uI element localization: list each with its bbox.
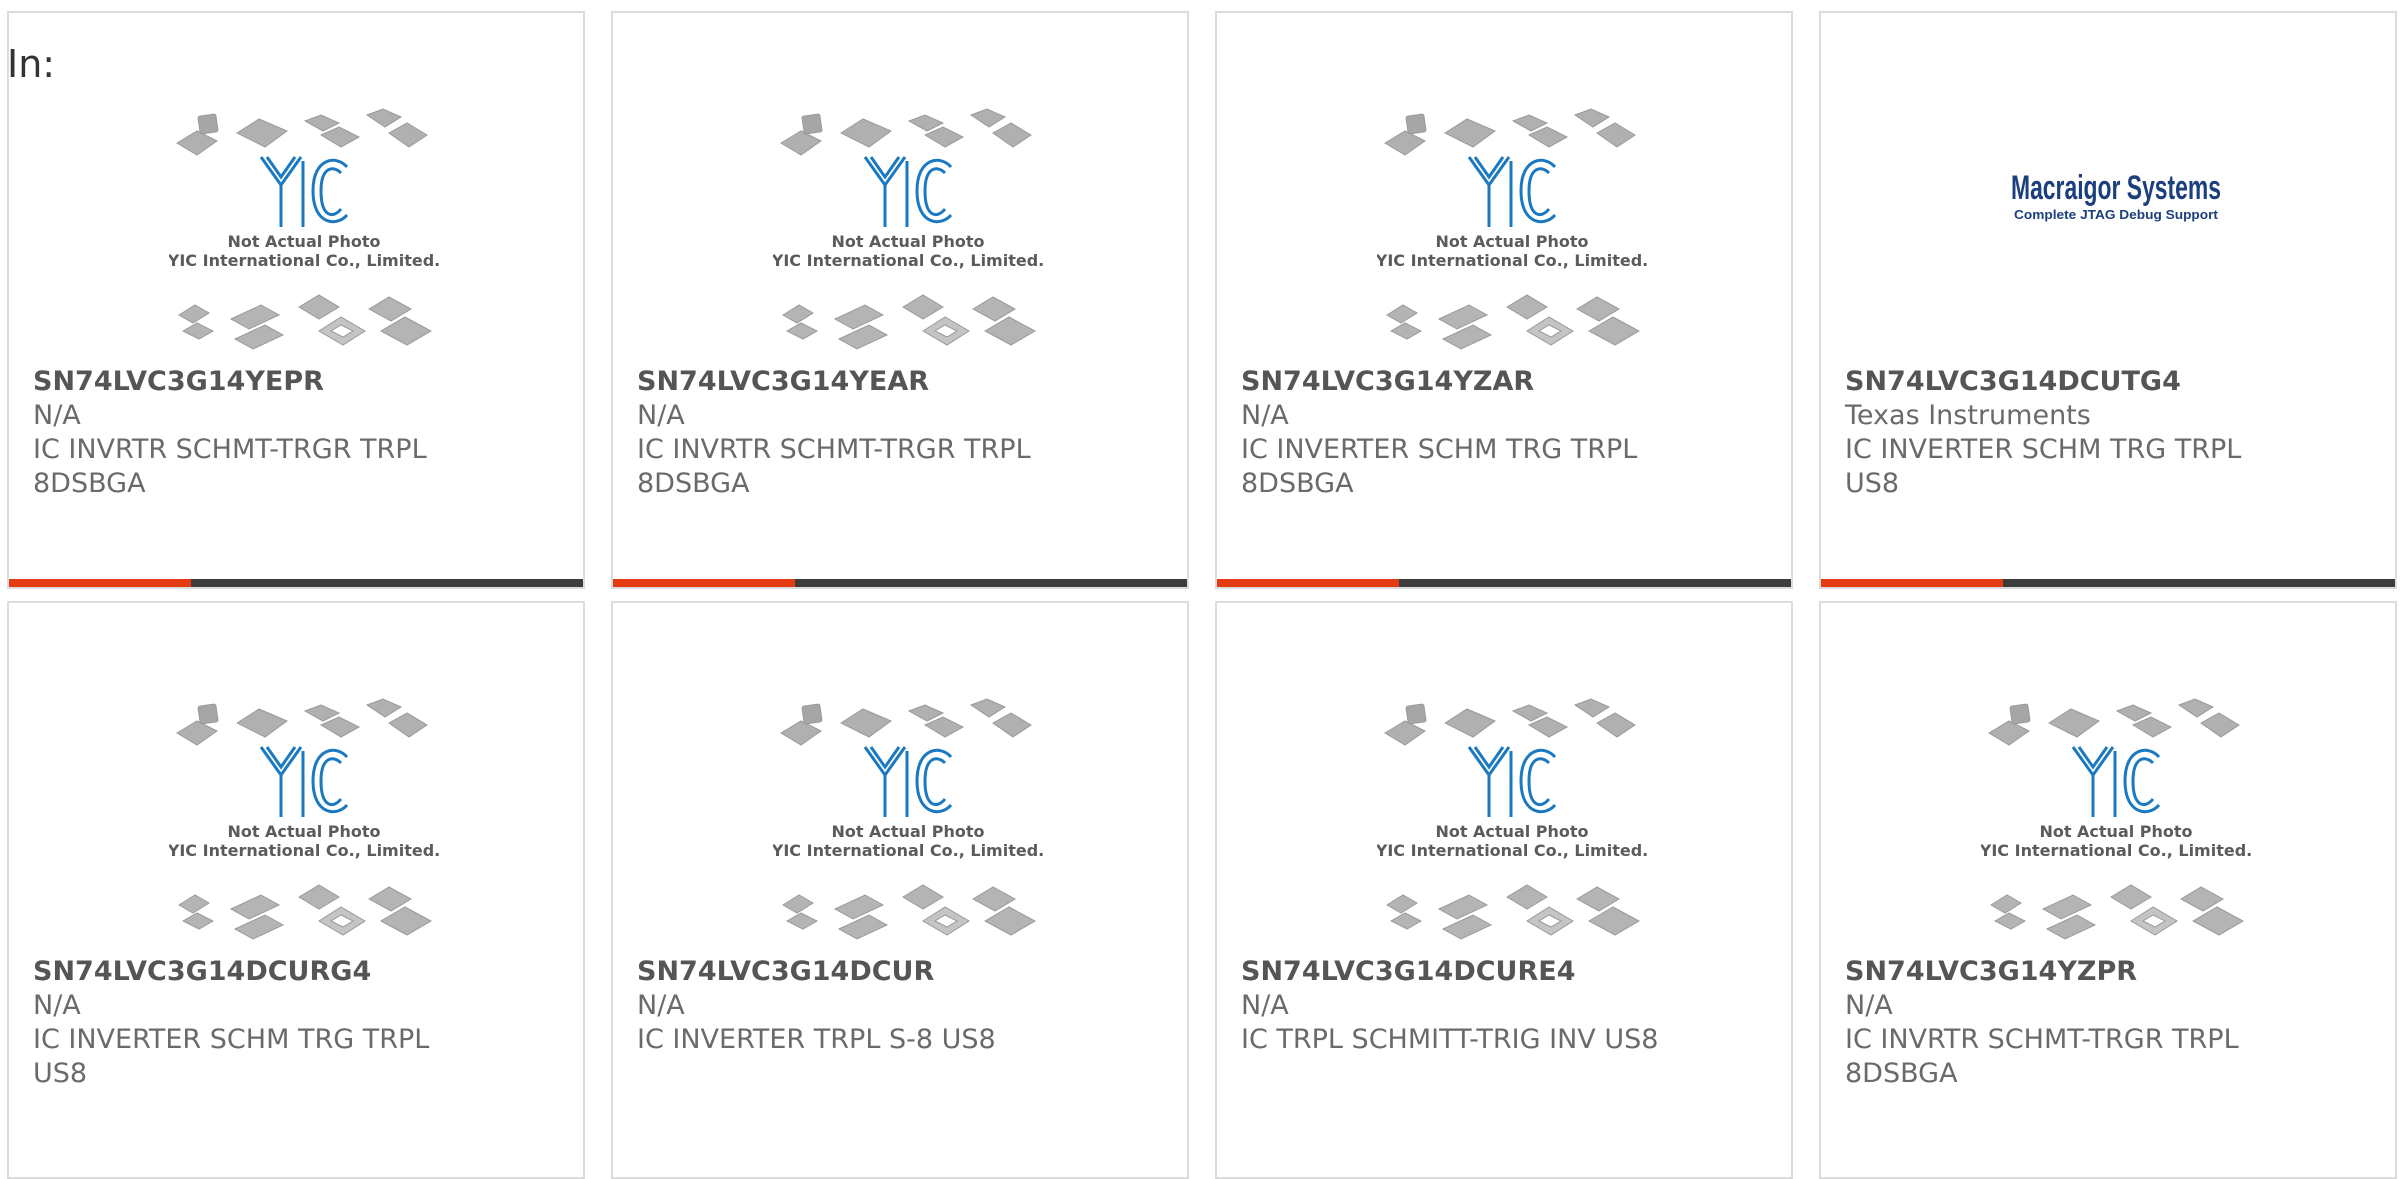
svg-text:Not Actual Photo: Not Actual Photo — [1435, 232, 1588, 251]
svg-text:Complete JTAG Debug Support: Complete JTAG Debug Support — [2014, 207, 2219, 222]
description: IC TRPL SCHMITT-TRIG INV US8 — [1241, 1024, 1659, 1055]
macraigor-logo-image: Macraigor Systems Complete JTAG Debug Su… — [2011, 169, 2221, 222]
yic-placeholder-image: Not Actual Photo YIC International Co., … — [1377, 698, 1647, 940]
yic-placeholder-image: Not Actual Photo YIC International Co., … — [169, 698, 439, 940]
svg-text:Not Actual Photo: Not Actual Photo — [831, 232, 984, 251]
svg-text:YIC International Co., Limited: YIC International Co., Limited. — [169, 251, 439, 270]
svg-text:Macraigor Systems: Macraigor Systems — [2011, 169, 2221, 207]
part-number-link[interactable]: SN74LVC3G14YEAR — [637, 365, 1175, 399]
part-number-link[interactable]: SN74LVC3G14DCURE4 — [1241, 955, 1779, 989]
product-card[interactable]: Not Actual Photo YIC International Co., … — [611, 11, 1189, 589]
card-bar — [1217, 579, 1791, 587]
svg-text:Not Actual Photo: Not Actual Photo — [1435, 822, 1588, 841]
manufacturer: N/A — [1241, 990, 1289, 1021]
svg-text:YIC International Co., Limited: YIC International Co., Limited. — [773, 251, 1043, 270]
description: IC INVERTER SCHM TRG TRPL US8 — [33, 1024, 430, 1089]
manufacturer: N/A — [33, 990, 81, 1021]
description: IC INVRTR SCHMT-TRGR TRPL 8DSBGA — [1845, 1024, 2239, 1089]
manufacturer: N/A — [1845, 990, 1893, 1021]
yic-placeholder-image: Not Actual Photo YIC International Co., … — [773, 108, 1043, 350]
product-card[interactable]: Not Actual Photo YIC International Co., … — [1819, 601, 2397, 1179]
svg-text:Not Actual Photo: Not Actual Photo — [831, 822, 984, 841]
yic-placeholder-image: Not Actual Photo YIC International Co., … — [169, 108, 439, 350]
svg-text:YIC International Co., Limited: YIC International Co., Limited. — [1981, 841, 2251, 860]
description: IC INVRTR SCHMT-TRGR TRPL 8DSBGA — [637, 434, 1031, 499]
product-card[interactable]: Not Actual Photo YIC International Co., … — [7, 11, 585, 589]
product-card[interactable]: Not Actual Photo YIC International Co., … — [611, 601, 1189, 1179]
manufacturer: N/A — [33, 400, 81, 431]
product-card[interactable]: Macraigor Systems Complete JTAG Debug Su… — [1819, 11, 2397, 589]
description: IC INVERTER SCHM TRG TRPL US8 — [1845, 434, 2242, 499]
part-number-link[interactable]: SN74LVC3G14DCURG4 — [33, 955, 571, 989]
yic-placeholder-image: Not Actual Photo YIC International Co., … — [773, 698, 1043, 940]
card-bar — [9, 579, 583, 587]
product-card[interactable]: Not Actual Photo YIC International Co., … — [1215, 11, 1793, 589]
manufacturer: N/A — [637, 400, 685, 431]
svg-text:YIC International Co., Limited: YIC International Co., Limited. — [1377, 251, 1647, 270]
part-number-link[interactable]: SN74LVC3G14YEPR — [33, 365, 571, 399]
description: IC INVRTR SCHMT-TRGR TRPL 8DSBGA — [33, 434, 427, 499]
svg-text:YIC International Co., Limited: YIC International Co., Limited. — [1377, 841, 1647, 860]
part-number-link[interactable]: SN74LVC3G14YZPR — [1845, 955, 2383, 989]
product-card[interactable]: Not Actual Photo YIC International Co., … — [1215, 601, 1793, 1179]
part-number-link[interactable]: SN74LVC3G14DCUR — [637, 955, 1175, 989]
svg-text:YIC International Co., Limited: YIC International Co., Limited. — [169, 841, 439, 860]
manufacturer: N/A — [1241, 400, 1289, 431]
yic-placeholder-image: Not Actual Photo YIC International Co., … — [1377, 108, 1647, 350]
svg-text:Not Actual Photo: Not Actual Photo — [227, 822, 380, 841]
yic-placeholder-image: Not Actual Photo YIC International Co., … — [1981, 698, 2251, 940]
card-bar — [1821, 579, 2395, 587]
card-bar — [613, 579, 1187, 587]
svg-text:Not Actual Photo: Not Actual Photo — [2039, 822, 2192, 841]
part-number-link[interactable]: SN74LVC3G14DCUTG4 — [1845, 365, 2383, 399]
description: IC INVERTER SCHM TRG TRPL 8DSBGA — [1241, 434, 1638, 499]
part-number-link[interactable]: SN74LVC3G14YZAR — [1241, 365, 1779, 399]
manufacturer: Texas Instruments — [1845, 400, 2091, 431]
manufacturer: N/A — [637, 990, 685, 1021]
description: IC INVERTER TRPL S-8 US8 — [637, 1024, 996, 1055]
svg-text:YIC International Co., Limited: YIC International Co., Limited. — [773, 841, 1043, 860]
in-label: In: — [7, 42, 56, 86]
svg-text:Not Actual Photo: Not Actual Photo — [227, 232, 380, 251]
product-card[interactable]: Not Actual Photo YIC International Co., … — [7, 601, 585, 1179]
